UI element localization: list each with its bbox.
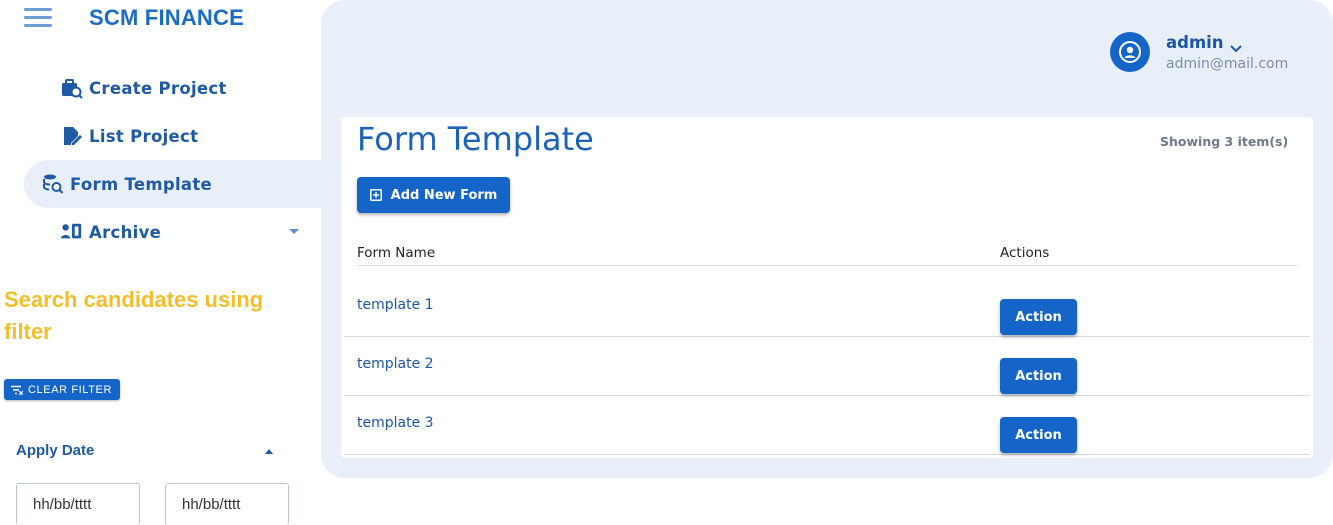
clear-filter-button[interactable]: CLEAR FILTER [4,379,121,400]
user-email: admin@mail.com [1166,56,1289,72]
sidebar-item-archive[interactable]: Archive [61,208,301,256]
menu-icon[interactable] [24,8,52,28]
archive-user-icon [61,221,83,243]
brand-title: SCM FINANCE [89,5,244,30]
clear-filter-label: CLEAR FILTER [28,383,113,396]
column-header-actions: Actions [1000,245,1050,261]
form-name-link[interactable]: template 2 [357,356,434,372]
chevron-down-icon[interactable] [289,229,299,234]
sidebar-item-label: Form Template [70,174,213,194]
add-new-form-label: Add New Form [390,187,498,203]
action-button[interactable]: Action [1000,417,1077,453]
sidebar-item-label: Create Project [89,78,227,98]
column-header-form-name: Form Name [357,245,436,261]
database-search-icon [42,173,64,195]
user-circle-icon [1119,41,1141,63]
main-panel: admin admin@mail.com Form Template Showi… [321,0,1333,478]
form-name-link[interactable]: template 3 [357,415,434,431]
form-name-link[interactable]: template 1 [357,297,434,313]
file-edit-icon [61,125,83,147]
action-button[interactable]: Action [1000,358,1077,394]
apply-date-label: Apply Date [16,442,95,459]
table-row: template 3 Action [344,395,1310,455]
sidebar-item-label: List Project [89,126,199,146]
sidebar-item-label: Archive [89,222,162,242]
briefcase-search-icon [61,77,83,99]
sidebar: SCM FINANCE Create Project List Project [0,0,321,525]
filter-icon [11,385,23,395]
date-from-input[interactable] [16,483,140,525]
user-name[interactable]: admin [1166,33,1224,52]
action-button[interactable]: Action [1000,299,1077,335]
divider [357,265,1297,266]
avatar[interactable] [1110,32,1150,72]
date-to-input[interactable] [165,483,289,525]
filter-heading: Search candidates using filter [4,287,264,344]
chevron-up-icon[interactable] [265,449,273,454]
plus-square-icon [369,189,382,201]
table-row: template 2 Action [344,336,1310,396]
add-new-form-button[interactable]: Add New Form [357,177,510,213]
form-template-card: Form Template Showing 3 item(s) Add New … [341,117,1313,458]
sidebar-item-form-template[interactable]: Form Template [24,160,321,208]
chevron-down-icon[interactable] [1230,38,1242,57]
page-title: Form Template [357,120,594,158]
sidebar-item-list-project[interactable]: List Project [61,112,198,160]
item-count: Showing 3 item(s) [1160,134,1289,149]
sidebar-item-create-project[interactable]: Create Project [61,64,227,112]
table-row: template 1 Action [344,277,1310,337]
